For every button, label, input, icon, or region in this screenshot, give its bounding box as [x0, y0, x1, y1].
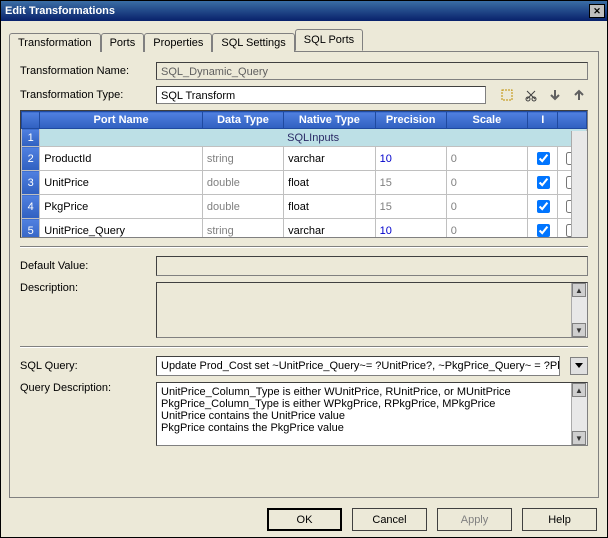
default-value-field[interactable] — [156, 256, 588, 276]
qd-line: PkgPrice contains the PkgPrice value — [161, 422, 569, 434]
name-row: Transformation Name: SQL_Dynamic_Query — [20, 62, 588, 80]
move-down-icon[interactable] — [546, 86, 564, 104]
section-row[interactable]: 1 SQLInputs — [22, 129, 587, 147]
sql-edit-button[interactable] — [570, 357, 588, 375]
help-button[interactable]: Help — [522, 508, 597, 531]
cell-scale[interactable]: 0 — [446, 171, 527, 195]
cancel-button[interactable]: Cancel — [352, 508, 427, 531]
scrollbar[interactable]: ▲ ▼ — [571, 283, 587, 337]
default-value-row: Default Value: — [20, 256, 588, 276]
tab-panel: Transformation Name: SQL_Dynamic_Query T… — [9, 51, 599, 498]
col-native-type[interactable]: Native Type — [284, 112, 375, 129]
tab-ports[interactable]: Ports — [101, 33, 145, 52]
dialog-window: Edit Transformations ✕ Transformation Po… — [0, 0, 608, 538]
new-port-icon[interactable] — [498, 86, 516, 104]
sql-query-label: SQL Query: — [20, 360, 150, 372]
tab-properties[interactable]: Properties — [144, 33, 212, 52]
cell-i[interactable] — [528, 195, 558, 219]
cell-scale[interactable]: 0 — [446, 195, 527, 219]
col-scale[interactable]: Scale — [446, 112, 527, 129]
cell-port[interactable]: UnitPrice — [40, 171, 203, 195]
cell-i[interactable] — [528, 147, 558, 171]
cell-i[interactable] — [528, 219, 558, 239]
cell-scale[interactable]: 0 — [446, 147, 527, 171]
divider — [20, 246, 588, 248]
move-up-icon[interactable] — [570, 86, 588, 104]
scrollbar[interactable]: ▲ ▼ — [571, 383, 587, 445]
port-toolbar — [492, 86, 588, 104]
close-button[interactable]: ✕ — [589, 4, 605, 18]
sql-query-row: SQL Query: Update Prod_Cost set ~UnitPri… — [20, 356, 588, 376]
col-port-name[interactable]: Port Name — [40, 112, 203, 129]
query-description-label: Query Description: — [20, 382, 150, 394]
col-precision[interactable]: Precision — [375, 112, 446, 129]
description-field[interactable]: ▲ ▼ — [156, 282, 588, 338]
header-corner — [22, 112, 40, 129]
tab-strip: Transformation Ports Properties SQL Sett… — [9, 29, 599, 51]
scroll-down-icon[interactable]: ▼ — [572, 431, 586, 445]
table-row[interactable]: 5 UnitPrice_Query string varchar 10 0 — [22, 219, 587, 239]
tab-sql-ports[interactable]: SQL Ports — [295, 29, 363, 51]
content-area: Transformation Ports Properties SQL Sett… — [1, 21, 607, 502]
type-field: SQL Transform — [156, 86, 486, 104]
qd-line: PkgPrice_Column_Type is either WPkgPrice… — [161, 398, 569, 410]
table-row[interactable]: 2 ProductId string varchar 10 0 — [22, 147, 587, 171]
cell-ntype[interactable]: float — [284, 195, 375, 219]
query-description-field[interactable]: UnitPrice_Column_Type is either WUnitPri… — [156, 382, 588, 446]
titlebar: Edit Transformations ✕ — [1, 1, 607, 21]
name-label: Transformation Name: — [20, 65, 150, 77]
button-bar: OK Cancel Apply Help — [1, 502, 607, 537]
cell-prec[interactable]: 10 — [375, 219, 446, 239]
type-label: Transformation Type: — [20, 89, 150, 101]
cut-icon[interactable] — [522, 86, 540, 104]
cell-ntype[interactable]: varchar — [284, 219, 375, 239]
cell-port[interactable]: UnitPrice_Query — [40, 219, 203, 239]
cell-i[interactable] — [528, 171, 558, 195]
cell-dtype[interactable]: double — [202, 195, 283, 219]
name-field: SQL_Dynamic_Query — [156, 62, 588, 80]
qd-line: UnitPrice_Column_Type is either WUnitPri… — [161, 386, 569, 398]
scroll-up-icon[interactable]: ▲ — [572, 283, 586, 297]
grid-scrollbar[interactable] — [571, 131, 587, 237]
ports-grid[interactable]: Port Name Data Type Native Type Precisio… — [20, 110, 588, 238]
description-row: Description: ▲ ▼ — [20, 282, 588, 338]
section-label: SQLInputs — [40, 129, 587, 147]
cell-dtype[interactable]: string — [202, 219, 283, 239]
cell-dtype[interactable]: double — [202, 171, 283, 195]
cell-scale[interactable]: 0 — [446, 219, 527, 239]
cell-prec[interactable]: 15 — [375, 171, 446, 195]
ok-button[interactable]: OK — [267, 508, 342, 531]
cell-dtype[interactable]: string — [202, 147, 283, 171]
tab-transformation[interactable]: Transformation — [9, 33, 101, 52]
cell-prec[interactable]: 15 — [375, 195, 446, 219]
apply-button[interactable]: Apply — [437, 508, 512, 531]
cell-ntype[interactable]: varchar — [284, 147, 375, 171]
col-extra[interactable] — [558, 112, 587, 129]
default-value-label: Default Value: — [20, 260, 150, 272]
table-row[interactable]: 4 PkgPrice double float 15 0 — [22, 195, 587, 219]
qd-line: UnitPrice contains the UnitPrice value — [161, 410, 569, 422]
table-row[interactable]: 3 UnitPrice double float 15 0 — [22, 171, 587, 195]
col-i[interactable]: I — [528, 112, 558, 129]
cell-ntype[interactable]: float — [284, 171, 375, 195]
query-description-row: Query Description: UnitPrice_Column_Type… — [20, 382, 588, 446]
cell-port[interactable]: PkgPrice — [40, 195, 203, 219]
chevron-down-icon — [574, 361, 584, 371]
scroll-down-icon[interactable]: ▼ — [572, 323, 586, 337]
cell-prec[interactable]: 10 — [375, 147, 446, 171]
cell-port[interactable]: ProductId — [40, 147, 203, 171]
description-label: Description: — [20, 282, 150, 294]
window-title: Edit Transformations — [5, 5, 115, 17]
divider — [20, 346, 588, 348]
scroll-up-icon[interactable]: ▲ — [572, 383, 586, 397]
sql-query-field[interactable]: Update Prod_Cost set ~UnitPrice_Query~= … — [156, 356, 560, 376]
col-data-type[interactable]: Data Type — [202, 112, 283, 129]
tab-sql-settings[interactable]: SQL Settings — [212, 33, 294, 52]
type-row: Transformation Type: SQL Transform — [20, 86, 588, 104]
